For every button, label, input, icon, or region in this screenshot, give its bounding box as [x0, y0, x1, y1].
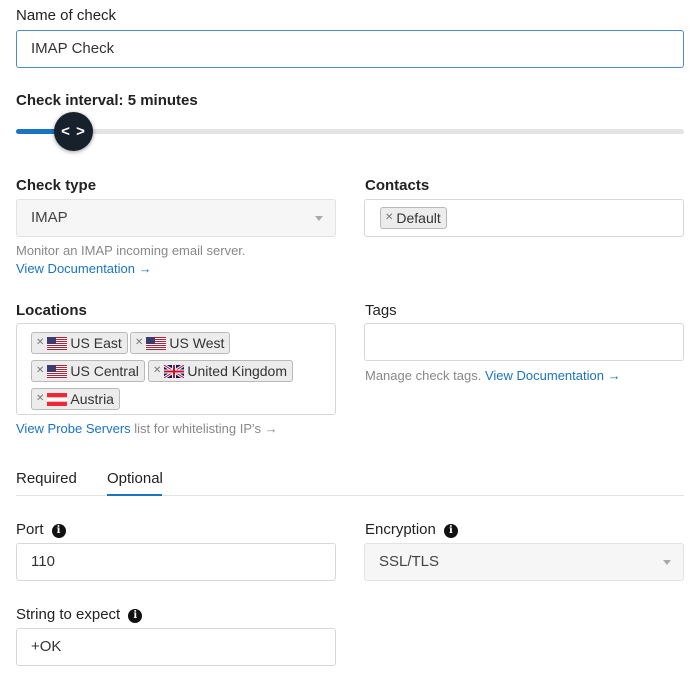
- contact-tag-default[interactable]: ✕ Default: [380, 207, 447, 229]
- check-interval-slider-track[interactable]: [16, 129, 684, 134]
- tab-optional[interactable]: Optional: [107, 470, 163, 487]
- location-tag-label: Austria: [70, 391, 114, 407]
- chevron-down-icon: [663, 560, 671, 565]
- string-to-expect-value: +OK: [31, 638, 62, 655]
- port-label: Port: [16, 521, 44, 538]
- info-icon[interactable]: i: [443, 523, 458, 538]
- austria-flag-icon: [47, 392, 68, 406]
- encryption-label: Encryption: [365, 521, 436, 538]
- probe-servers-help-text: list for whitelisting IP's →: [130, 421, 278, 436]
- string-to-expect-label-row: String to expect i: [16, 606, 143, 623]
- encryption-select[interactable]: SSL/TLS: [364, 543, 684, 581]
- active-tab-indicator: [107, 494, 162, 496]
- port-input[interactable]: 110: [16, 543, 336, 581]
- remove-tag-icon[interactable]: ✕: [36, 381, 44, 417]
- tags-view-documentation-link[interactable]: View Documentation →: [485, 368, 621, 383]
- check-interval-label: Check interval: 5 minutes: [16, 92, 198, 109]
- probe-servers-help: View Probe Servers list for whitelisting…: [16, 421, 278, 436]
- tags-help-text: Manage check tags.: [365, 368, 485, 383]
- tags-help: Manage check tags. View Documentation →: [365, 368, 621, 383]
- location-tag-label: United Kingdom: [187, 363, 288, 379]
- name-of-check-value: IMAP Check: [31, 40, 115, 57]
- string-to-expect-input[interactable]: +OK: [16, 628, 336, 666]
- remove-tag-icon[interactable]: ✕: [385, 200, 393, 236]
- slider-arrows-icon: < >: [61, 123, 86, 140]
- check-type-value: IMAP: [31, 209, 68, 226]
- location-tag-us-west[interactable]: ✕ US West: [130, 332, 231, 354]
- tags-input[interactable]: [364, 323, 684, 361]
- chevron-down-icon: [315, 216, 323, 221]
- contact-tag-label: Default: [396, 210, 441, 226]
- contacts-label: Contacts: [365, 177, 430, 194]
- check-type-label: Check type: [16, 177, 97, 194]
- us-flag-icon: [146, 336, 167, 350]
- view-probe-servers-link[interactable]: View Probe Servers: [16, 421, 131, 436]
- check-type-help: Monitor an IMAP incoming email server.: [16, 243, 246, 258]
- locations-label: Locations: [16, 302, 87, 319]
- name-of-check-label: Name of check: [16, 7, 117, 24]
- location-tag-united-kingdom[interactable]: ✕ United Kingdom: [148, 360, 294, 382]
- location-tag-austria[interactable]: ✕ Austria: [31, 388, 120, 410]
- port-value: 110: [31, 553, 55, 570]
- view-documentation-link[interactable]: View Documentation →: [16, 261, 152, 276]
- string-to-expect-label: String to expect: [16, 606, 121, 623]
- info-icon[interactable]: i: [128, 608, 143, 623]
- encryption-label-row: Encryption i: [365, 521, 458, 538]
- locations-input[interactable]: ✕ US East ✕ US West ✕ US Central ✕ Unite…: [16, 323, 336, 415]
- remove-tag-icon[interactable]: ✕: [153, 353, 161, 389]
- location-tag-us-east[interactable]: ✕ US East: [31, 332, 128, 354]
- us-flag-icon: [47, 336, 68, 350]
- check-interval-slider-handle[interactable]: < >: [54, 112, 93, 151]
- location-tag-us-central[interactable]: ✕ US Central: [31, 360, 145, 382]
- info-icon[interactable]: i: [51, 523, 66, 538]
- uk-flag-icon: [164, 364, 185, 378]
- port-label-row: Port i: [16, 521, 66, 538]
- name-of-check-input[interactable]: IMAP Check: [16, 30, 684, 68]
- us-flag-icon: [47, 364, 68, 378]
- tab-required[interactable]: Required: [16, 470, 77, 487]
- encryption-value: SSL/TLS: [379, 553, 440, 570]
- check-type-select[interactable]: IMAP: [16, 199, 336, 237]
- tags-label: Tags: [365, 302, 397, 319]
- contacts-input[interactable]: ✕ Default: [364, 199, 684, 237]
